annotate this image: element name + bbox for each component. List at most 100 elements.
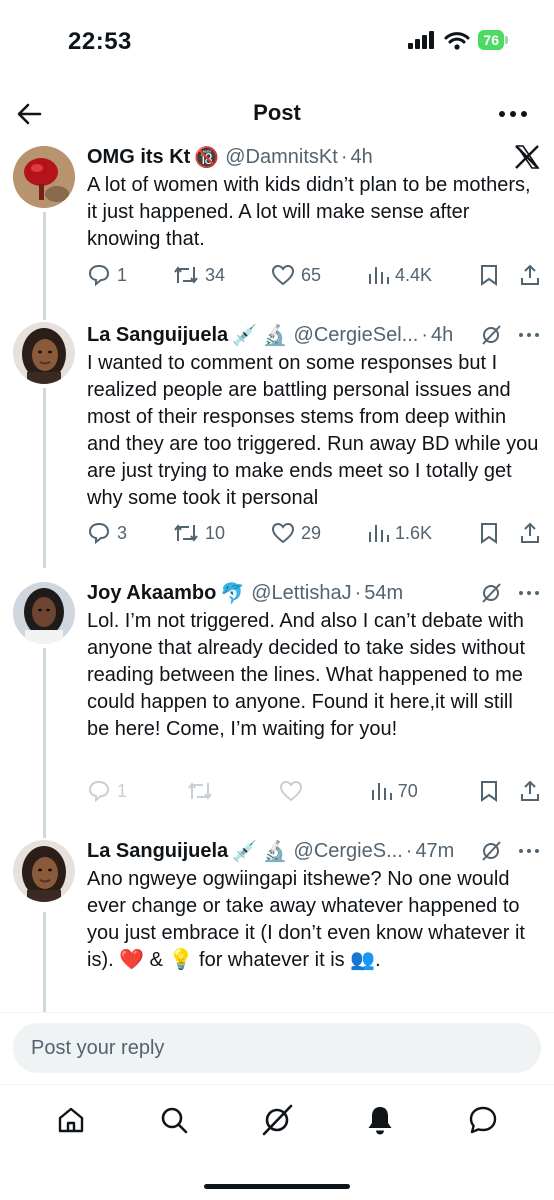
tweet[interactable]: Joy Akaambo 🐬 @LettishaJ · 54m Lol. I’m … [0, 578, 554, 818]
author-name[interactable]: OMG its Kt [87, 146, 190, 169]
tweet-secondary-actions [478, 521, 542, 545]
bookmark-icon[interactable] [478, 521, 500, 545]
page-title: Post [253, 100, 301, 125]
separator-dot: · [421, 323, 428, 346]
avatar[interactable] [13, 322, 75, 384]
reply-bar [0, 1012, 554, 1084]
thread-feed: OMG its Kt 🔞 @DamnitsKt · 4h A lot of wo… [0, 140, 554, 1012]
header-actions [514, 144, 540, 170]
view-count: 1.6K [394, 522, 433, 543]
separator-dot: · [354, 581, 362, 604]
tweet-text: A lot of women with kids didn’t plan to … [87, 174, 531, 250]
tweet-actions: 1 34 65 4.4K [87, 260, 542, 290]
author-handle[interactable]: @DamnitsKt [225, 146, 338, 169]
author-handle[interactable]: @CergieS... [294, 840, 403, 863]
author-handle[interactable]: @CergieSel... [294, 324, 419, 347]
reply-count: 3 [117, 522, 128, 543]
heart-icon [280, 780, 303, 802]
timestamp[interactable]: 4h [350, 146, 372, 169]
author-name[interactable]: La Sanguijuela [87, 840, 228, 863]
repost-icon [174, 524, 198, 542]
timestamp[interactable]: 4h [431, 324, 453, 347]
avatar[interactable] [13, 582, 75, 644]
profile-badge: 💉 🔬 [232, 324, 288, 347]
tab-messages[interactable] [463, 1100, 503, 1140]
like-count: 29 [300, 522, 322, 543]
tweet-header: La Sanguijuela 💉 🔬 @CergieS... · 47m [87, 836, 540, 866]
status-icons: 76 [408, 30, 508, 50]
header-actions [480, 324, 540, 346]
repost-icon [174, 266, 198, 284]
grok-icon[interactable] [480, 840, 502, 862]
reply-icon [88, 264, 110, 287]
tweet[interactable]: La Sanguijuela 💉 🔬 @CergieS... · 47m Ano… [0, 836, 554, 1012]
x-logo-icon [515, 145, 540, 169]
like-button[interactable]: 29 [271, 521, 321, 545]
tweet-text: Lol. I’m not triggered. And also I can’t… [87, 610, 526, 740]
profile-badge: 🐬 [220, 582, 246, 605]
reply-button[interactable]: 3 [87, 521, 127, 545]
author-handle[interactable]: @LettishaJ [251, 582, 351, 605]
separator-dot: · [340, 145, 348, 168]
repost-button[interactable]: 10 [173, 521, 225, 545]
share-icon[interactable] [518, 263, 542, 287]
grok-icon[interactable] [480, 324, 502, 346]
author-name[interactable]: Joy Akaambo [87, 582, 216, 605]
like-button[interactable] [279, 779, 309, 803]
view-count: 4.4K [394, 264, 433, 285]
tab-notifications[interactable] [360, 1100, 400, 1140]
header-actions [480, 582, 540, 604]
tab-home[interactable] [51, 1100, 91, 1140]
tweet-secondary-actions [478, 263, 542, 287]
chat-bubble-icon [469, 1106, 496, 1133]
avatar[interactable] [13, 146, 75, 208]
repost-count: 34 [204, 264, 226, 285]
tweet-header: OMG its Kt 🔞 @DamnitsKt · 4h [87, 142, 540, 172]
author-name[interactable]: La Sanguijuela [87, 324, 228, 347]
battery-tip [505, 36, 508, 44]
tab-search[interactable] [154, 1100, 194, 1140]
reply-input[interactable] [13, 1023, 541, 1073]
reply-button[interactable]: 1 [87, 263, 127, 287]
tweet-actions: 1 70 [87, 776, 542, 806]
reply-icon [88, 780, 110, 803]
tab-grok[interactable] [257, 1100, 297, 1140]
more-icon[interactable] [518, 590, 540, 596]
reply-icon [88, 522, 110, 545]
views-button[interactable]: 1.6K [367, 521, 432, 545]
repost-icon [188, 782, 213, 800]
bookmark-icon[interactable] [478, 263, 500, 287]
status-bar: 22:53 76 [0, 0, 554, 84]
bookmark-icon[interactable] [478, 779, 500, 803]
bell-icon [368, 1106, 392, 1134]
views-button[interactable]: 4.4K [367, 263, 432, 287]
like-count: 65 [300, 264, 322, 285]
repost-count: 10 [204, 522, 226, 543]
repost-button[interactable]: 34 [173, 263, 225, 287]
reply-button[interactable]: 1 [87, 779, 127, 803]
search-icon [161, 1107, 188, 1133]
share-icon[interactable] [518, 779, 542, 803]
more-icon[interactable] [518, 332, 540, 338]
share-icon[interactable] [518, 521, 542, 545]
like-button[interactable]: 65 [271, 263, 321, 287]
battery-icon: 76 [478, 30, 504, 50]
views-chart-icon [368, 525, 389, 542]
views-button[interactable]: 70 [370, 779, 418, 803]
timestamp[interactable]: 54m [364, 582, 403, 605]
separator-dot: · [405, 839, 413, 862]
nav-bar: Post [0, 90, 554, 140]
heart-icon [271, 522, 294, 544]
tweet[interactable]: OMG its Kt 🔞 @DamnitsKt · 4h A lot of wo… [0, 142, 554, 302]
tweet[interactable]: La Sanguijuela 💉 🔬 @CergieSel... · 4h I … [0, 320, 554, 560]
status-time: 22:53 [68, 28, 132, 55]
repost-button[interactable] [187, 779, 219, 803]
tweet-text: I wanted to comment on some responses bu… [87, 352, 539, 509]
avatar[interactable] [13, 840, 75, 902]
grok-icon[interactable] [480, 582, 502, 604]
more-options-icon[interactable] [496, 100, 530, 128]
heart-icon [271, 264, 294, 286]
more-icon[interactable] [518, 848, 540, 854]
tweet-text: Ano ngweye ogwiingapi itshewe? No one wo… [87, 868, 525, 971]
timestamp[interactable]: 47m [415, 840, 454, 863]
